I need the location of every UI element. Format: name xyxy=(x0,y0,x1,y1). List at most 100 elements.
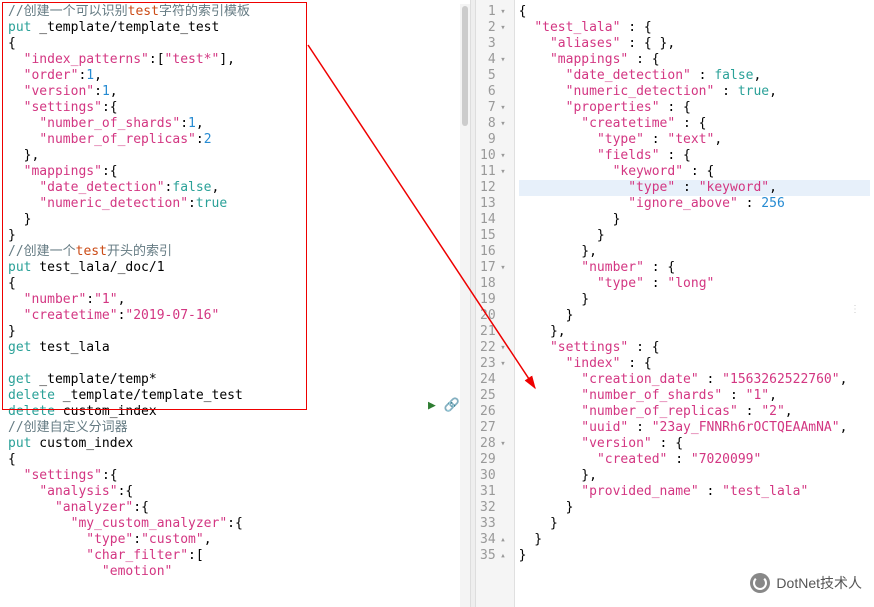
watermark-text: DotNet技术人 xyxy=(776,573,862,593)
code-line[interactable]: } xyxy=(519,548,870,564)
code-line[interactable]: put _template/template_test xyxy=(8,20,462,36)
code-line[interactable]: } xyxy=(8,212,462,228)
code-line[interactable]: "properties" : { xyxy=(519,100,870,116)
code-line[interactable]: "mappings":{ xyxy=(8,164,462,180)
code-line[interactable]: "type" : "long" xyxy=(519,276,870,292)
line-number: 30 xyxy=(480,468,506,484)
code-line[interactable]: }, xyxy=(519,244,870,260)
run-icon[interactable]: ▶ xyxy=(428,398,436,413)
code-line[interactable]: "analysis":{ xyxy=(8,484,462,500)
code-line[interactable]: "type" : "keyword", xyxy=(519,180,870,196)
code-line[interactable]: "createtime":"2019-07-16" xyxy=(8,308,462,324)
code-line[interactable]: } xyxy=(519,308,870,324)
code-line[interactable]: "number_of_replicas" : "2", xyxy=(519,404,870,420)
code-line[interactable]: } xyxy=(8,228,462,244)
code-line[interactable]: "created" : "7020099" xyxy=(519,452,870,468)
fold-icon[interactable]: ▾ xyxy=(498,4,506,20)
code-line[interactable]: "char_filter":[ xyxy=(8,548,462,564)
code-line[interactable]: "version" : { xyxy=(519,436,870,452)
code-line[interactable]: "number_of_shards" : "1", xyxy=(519,388,870,404)
code-line[interactable]: //创建一个可以识别test字符的索引模板 xyxy=(8,4,462,20)
code-line[interactable]: } xyxy=(519,532,870,548)
line-number: 10▾ xyxy=(480,148,506,164)
code-line[interactable]: { xyxy=(8,36,462,52)
fold-icon[interactable]: ▾ xyxy=(498,340,506,356)
code-line[interactable]: get _template/temp* xyxy=(8,372,462,388)
code-line[interactable]: { xyxy=(8,276,462,292)
code-line[interactable]: }, xyxy=(519,324,870,340)
code-line[interactable]: } xyxy=(519,212,870,228)
code-line[interactable]: "settings":{ xyxy=(8,468,462,484)
code-line[interactable]: "uuid" : "23ay_FNNRh6rOCTQEAAmNA", xyxy=(519,420,870,436)
code-line[interactable]: "ignore_above" : 256 xyxy=(519,196,870,212)
line-number: 33 xyxy=(480,516,506,532)
code-line[interactable]: } xyxy=(519,500,870,516)
code-line[interactable]: "createtime" : { xyxy=(519,116,870,132)
code-line[interactable]: "version":1, xyxy=(8,84,462,100)
code-line[interactable]: }, xyxy=(8,148,462,164)
scrollbar[interactable] xyxy=(460,4,470,607)
fold-icon[interactable]: ▾ xyxy=(498,164,506,180)
code-line[interactable]: "provided_name" : "test_lala" xyxy=(519,484,870,500)
code-line[interactable]: "fields" : { xyxy=(519,148,870,164)
code-line[interactable]: "creation_date" : "1563262522760", xyxy=(519,372,870,388)
code-line[interactable]: "analyzer":{ xyxy=(8,500,462,516)
code-line[interactable]: "keyword" : { xyxy=(519,164,870,180)
code-line[interactable]: "numeric_detection" : true, xyxy=(519,84,870,100)
code-line[interactable]: "emotion" xyxy=(8,564,462,580)
code-line[interactable]: } xyxy=(8,324,462,340)
code-line[interactable]: "test_lala" : { xyxy=(519,20,870,36)
code-line[interactable]: "numeric_detection":true xyxy=(8,196,462,212)
fold-icon[interactable]: ▾ xyxy=(498,52,506,68)
code-line[interactable]: "number_of_replicas":2 xyxy=(8,132,462,148)
code-line[interactable]: } xyxy=(519,292,870,308)
fold-icon[interactable]: ▾ xyxy=(498,148,506,164)
code-line[interactable]: } xyxy=(519,228,870,244)
line-number: 18 xyxy=(480,276,506,292)
code-line[interactable]: "settings" : { xyxy=(519,340,870,356)
fold-icon[interactable]: ▾ xyxy=(498,100,506,116)
fold-icon[interactable]: ▾ xyxy=(498,356,506,372)
code-line[interactable]: "settings":{ xyxy=(8,100,462,116)
code-line[interactable]: "number":"1", xyxy=(8,292,462,308)
code-line[interactable]: "number" : { xyxy=(519,260,870,276)
code-line[interactable] xyxy=(8,356,462,372)
code-line[interactable]: "order":1, xyxy=(8,68,462,84)
code-line[interactable]: "index_patterns":["test*"], xyxy=(8,52,462,68)
request-editor[interactable]: //创建一个可以识别test字符的索引模板put _template/templ… xyxy=(0,0,470,607)
fold-icon[interactable]: ▾ xyxy=(498,20,506,36)
fold-icon[interactable]: ▾ xyxy=(498,116,506,132)
code-line[interactable]: "number_of_shards":1, xyxy=(8,116,462,132)
line-number: 16 xyxy=(480,244,506,260)
code-line[interactable]: "index" : { xyxy=(519,356,870,372)
code-line[interactable]: "date_detection" : false, xyxy=(519,68,870,84)
code-line[interactable]: "type":"custom", xyxy=(8,532,462,548)
code-line[interactable]: { xyxy=(519,4,870,20)
line-number: 31 xyxy=(480,484,506,500)
code-line[interactable]: delete custom_index xyxy=(8,404,462,420)
code-line[interactable]: "my_custom_analyzer":{ xyxy=(8,516,462,532)
code-line[interactable]: { xyxy=(8,452,462,468)
code-line[interactable]: get test_lala xyxy=(8,340,462,356)
code-line[interactable]: "aliases" : { }, xyxy=(519,36,870,52)
fold-icon[interactable]: ▴ xyxy=(498,532,506,548)
line-number: 26 xyxy=(480,404,506,420)
code-line[interactable]: "type" : "text", xyxy=(519,132,870,148)
scrollbar-thumb[interactable] xyxy=(462,6,468,126)
fold-icon[interactable]: ▴ xyxy=(498,548,506,564)
watermark-icon xyxy=(750,573,770,593)
code-line[interactable]: //创建自定义分词器 xyxy=(8,420,462,436)
code-line[interactable]: "date_detection":false, xyxy=(8,180,462,196)
code-line[interactable]: put custom_index xyxy=(8,436,462,452)
code-line[interactable]: put test_lala/_doc/1 xyxy=(8,260,462,276)
copy-link-icon[interactable]: 🔗 xyxy=(444,398,460,413)
code-line[interactable]: //创建一个test开头的索引 xyxy=(8,244,462,260)
line-number: 5 xyxy=(480,68,506,84)
code-line[interactable]: delete _template/template_test xyxy=(8,388,462,404)
code-line[interactable]: } xyxy=(519,516,870,532)
code-line[interactable]: }, xyxy=(519,468,870,484)
code-line[interactable]: "mappings" : { xyxy=(519,52,870,68)
fold-icon[interactable]: ▾ xyxy=(498,260,506,276)
fold-icon[interactable]: ▾ xyxy=(498,436,506,452)
response-code[interactable]: { "test_lala" : { "aliases" : { }, "mapp… xyxy=(515,0,874,607)
